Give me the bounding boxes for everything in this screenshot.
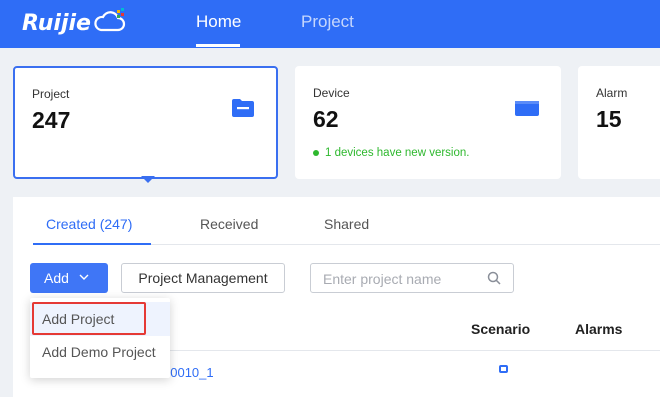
ruijie-logo[interactable]: Ruijie [22,8,127,38]
alarm-summary-card[interactable]: Alarm 15 [578,66,660,179]
device-update-text: 1 devices have new version. [325,147,470,159]
status-dot [313,150,319,156]
tab-created[interactable]: Created (247) [46,216,132,232]
project-search [310,263,514,293]
add-button[interactable]: Add [30,263,108,293]
device-icon [515,101,539,116]
menu-item-add-demo-project[interactable]: Add Demo Project [30,335,170,369]
folder-icon [232,99,254,117]
column-header-scenario[interactable]: Scenario [471,321,530,337]
scenario-icon [499,365,508,373]
nav-home[interactable]: Home [196,12,241,32]
device-card-label: Device [313,86,350,100]
selected-card-pointer [141,176,155,183]
nav-active-indicator [196,44,240,47]
project-summary-card[interactable]: Project 247 [13,66,278,179]
chevron-down-icon [79,274,89,280]
tab-active-indicator [33,243,151,245]
project-name-link[interactable]: 00010_1 [163,365,214,380]
device-count: 62 [313,106,339,132]
logo-text: Ruijie [22,10,91,36]
alarm-card-label: Alarm [596,86,628,100]
device-summary-card[interactable]: Device 62 1 devices have new version. [295,66,561,179]
top-navigation-bar: Ruijie Home Project [0,0,660,48]
tab-shared[interactable]: Shared [324,216,369,232]
nav-project[interactable]: Project [301,12,354,32]
cloud-logo-icon [94,8,126,32]
add-button-label: Add [44,270,69,286]
search-input[interactable] [321,268,485,290]
project-management-button[interactable]: Project Management [121,263,285,293]
highlight-annotation-box [32,302,146,335]
project-count: 247 [32,107,71,133]
alarm-count: 15 [596,106,622,132]
project-card-label: Project [32,87,70,101]
search-icon[interactable] [487,271,501,285]
tab-received[interactable]: Received [200,216,258,232]
column-header-alarms[interactable]: Alarms [575,321,622,337]
device-update-note[interactable]: 1 devices have new version. [313,147,469,159]
